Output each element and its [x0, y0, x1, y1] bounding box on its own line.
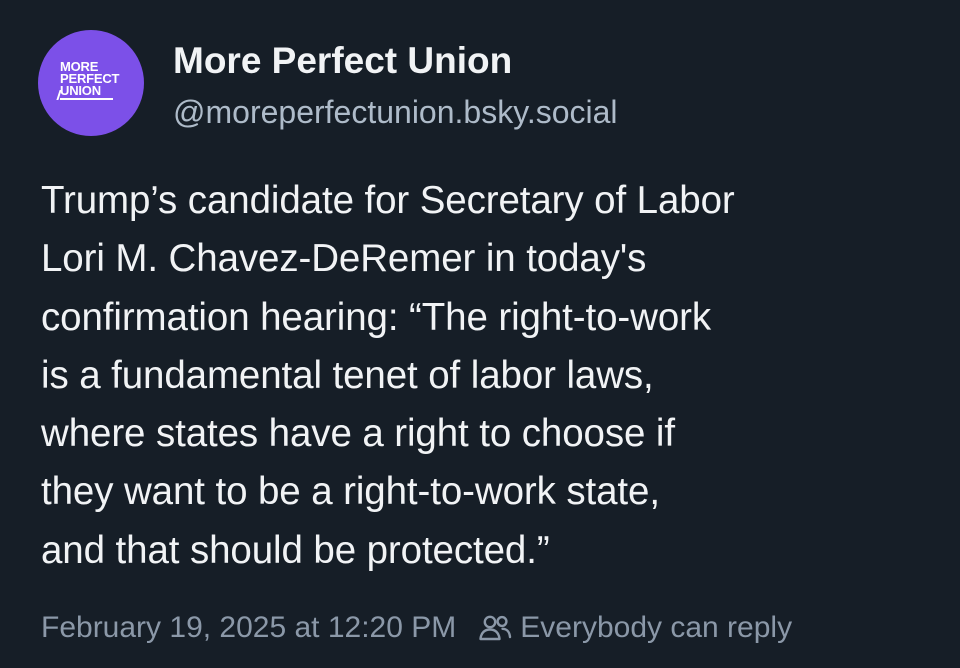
- reply-setting-label: Everybody can reply: [520, 611, 793, 644]
- author-display-name[interactable]: More Perfect Union: [173, 40, 512, 82]
- author-handle[interactable]: @moreperfectunion.bsky.social: [173, 94, 618, 131]
- reply-setting[interactable]: Everybody can reply: [478, 611, 792, 645]
- post-timestamp[interactable]: February 19, 2025 at 12:20 PM: [41, 611, 456, 645]
- avatar-logo: MORE PERFECT UNION: [60, 60, 119, 98]
- avatar-logo-underline: [60, 98, 113, 100]
- people-icon: [478, 613, 512, 643]
- post-card: MORE PERFECT UNION More Perfect Union @m…: [0, 0, 960, 668]
- avatar[interactable]: MORE PERFECT UNION: [38, 30, 144, 136]
- post-meta: February 19, 2025 at 12:20 PM Everybody …: [41, 608, 792, 648]
- avatar-logo-line-3: UNION: [60, 83, 101, 98]
- post-text: Trump’s candidate for Secretary of Labor…: [41, 179, 735, 572]
